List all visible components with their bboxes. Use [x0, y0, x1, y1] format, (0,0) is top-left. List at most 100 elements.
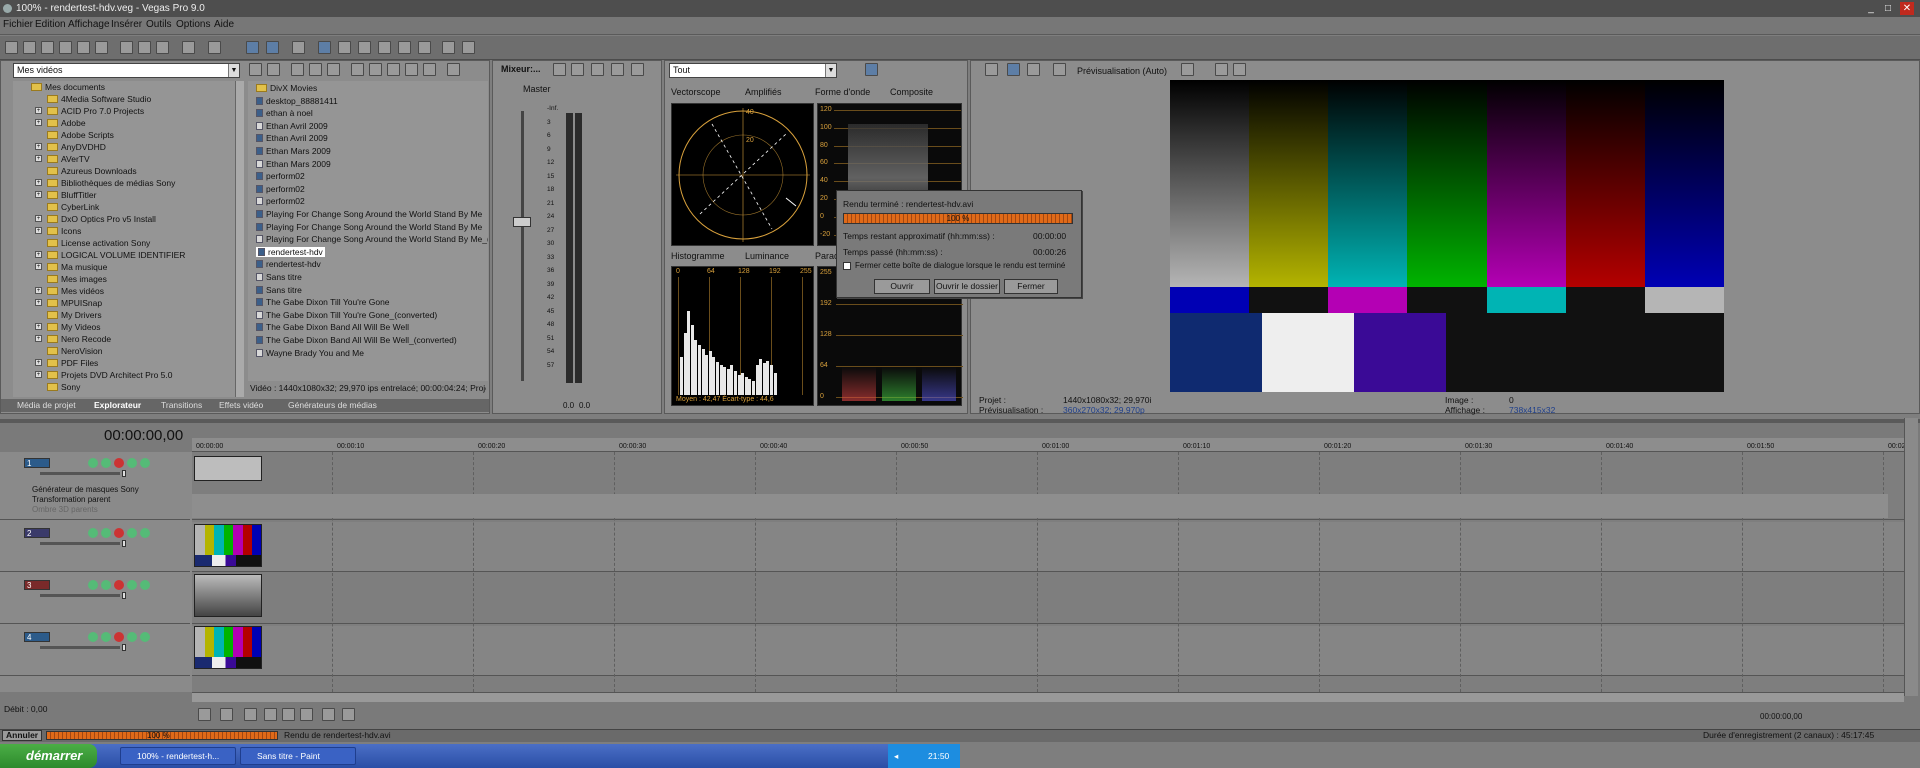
tree-item[interactable]: Bibliothèques de médias Sony [47, 177, 175, 189]
splitter[interactable] [0, 419, 1920, 423]
tab-project-media[interactable]: Média de projet [17, 400, 76, 410]
level-slider[interactable] [40, 646, 120, 649]
close-on-finish-checkbox[interactable] [843, 262, 851, 270]
open-button[interactable]: Ouvrir [874, 279, 930, 294]
track1-clip[interactable] [194, 456, 262, 481]
track-header[interactable]: 4 [0, 626, 190, 676]
master-fader-handle[interactable] [513, 217, 531, 227]
stop-icon[interactable] [300, 708, 313, 721]
expand-icon[interactable]: + [35, 299, 42, 306]
expand-icon[interactable]: + [35, 227, 42, 234]
waveform-mode[interactable]: Composite [890, 87, 933, 97]
tree-item[interactable]: DxO Optics Pro v5 Install [47, 213, 156, 225]
vertical-scrollbar[interactable] [1904, 418, 1918, 696]
task-paint[interactable]: Sans titre - Paint [240, 747, 356, 765]
expand-icon[interactable]: + [35, 119, 42, 126]
envelope-tool-icon[interactable] [338, 41, 351, 54]
go-to-end-icon[interactable] [342, 708, 355, 721]
preview-quality-select[interactable]: Prévisualisation (Auto) [1077, 66, 1167, 76]
copy-icon[interactable] [138, 41, 151, 54]
tree-item[interactable]: Nero Recode [47, 333, 111, 345]
level-slider-handle[interactable] [122, 592, 126, 599]
fx-icon[interactable] [114, 458, 124, 468]
file-item[interactable]: rendertest-hdv [256, 246, 325, 257]
level-slider-handle[interactable] [122, 540, 126, 547]
tree-item[interactable]: LOGICAL VOLUME IDENTIFIER [47, 249, 185, 261]
solo-icon[interactable] [101, 580, 111, 590]
expand-icon[interactable]: + [35, 107, 42, 114]
volume-icon[interactable]: ◂ [894, 744, 898, 768]
tree-item[interactable]: Adobe Scripts [47, 129, 114, 141]
expand-icon[interactable]: + [35, 215, 42, 222]
record-icon[interactable] [198, 708, 211, 721]
file-item[interactable]: Ethan Avril 2009 [256, 133, 328, 143]
expand-icon[interactable]: + [35, 263, 42, 270]
auto-preview-icon[interactable] [387, 63, 400, 76]
render-icon[interactable] [77, 41, 90, 54]
mixer-settings-icon[interactable] [631, 63, 644, 76]
copy-snapshot-icon[interactable] [1215, 63, 1228, 76]
tree-item[interactable]: Ma musique [47, 261, 107, 273]
mixer-fx-icon[interactable] [571, 63, 584, 76]
preview-icon[interactable] [405, 63, 418, 76]
motion-icon[interactable] [140, 632, 150, 642]
views-icon[interactable] [447, 63, 460, 76]
file-item[interactable]: Ethan Avril 2009 [256, 121, 328, 131]
tree-item[interactable]: Mes images [47, 273, 107, 285]
motion-icon[interactable] [140, 528, 150, 538]
menu-edition[interactable]: Edition [35, 19, 66, 30]
scope-selector[interactable]: Tout ▼ [669, 63, 837, 78]
tree-item[interactable]: PDF Files [47, 357, 98, 369]
horizontal-scrollbar[interactable] [192, 692, 1904, 702]
level-slider[interactable] [40, 594, 120, 597]
expand-icon[interactable]: + [35, 191, 42, 198]
open-folder-button[interactable]: Ouvrir le dossier [934, 279, 1000, 294]
cut-icon[interactable] [120, 41, 133, 54]
play-from-start-icon[interactable] [244, 708, 257, 721]
start-button[interactable]: démarrer [0, 744, 97, 768]
fx-icon[interactable] [114, 528, 124, 538]
save-icon[interactable] [41, 41, 54, 54]
level-slider[interactable] [40, 472, 120, 475]
file-item[interactable]: perform02 [256, 196, 305, 206]
project-properties-icon[interactable] [985, 63, 998, 76]
new-folder-icon[interactable] [291, 63, 304, 76]
mute-icon[interactable] [88, 580, 98, 590]
preview-fx-icon[interactable] [1027, 63, 1040, 76]
expand-icon[interactable]: + [35, 155, 42, 162]
file-item[interactable]: The Gabe Dixon Till You're Gone [256, 297, 390, 307]
menu-options[interactable]: Options [176, 19, 210, 30]
mute-icon[interactable] [88, 458, 98, 468]
save-snapshot-icon[interactable] [1233, 63, 1246, 76]
snap-icon[interactable] [246, 41, 259, 54]
tree-item[interactable]: AVerTV [47, 153, 90, 165]
location-select[interactable]: Mes vidéos ▼ [13, 63, 240, 78]
file-item[interactable]: The Gabe Dixon Band All Will Be Well [256, 322, 409, 332]
expand-icon[interactable]: + [35, 287, 42, 294]
fx-mask-generator[interactable]: Générateur de masques Sony [32, 485, 192, 495]
file-item[interactable]: perform02 [256, 184, 305, 194]
overlays-icon[interactable] [1181, 63, 1194, 76]
tree-item[interactable]: CyberLink [47, 201, 99, 213]
auto-ripple-icon[interactable] [266, 41, 279, 54]
file-item[interactable]: Playing For Change Song Around the World… [256, 222, 482, 232]
tree-item[interactable]: My Drivers [47, 309, 102, 321]
up-folder-icon[interactable] [249, 63, 262, 76]
tab-media-generators[interactable]: Générateurs de médias [288, 400, 377, 410]
menu-fichier[interactable]: Fichier [3, 19, 33, 30]
help-icon[interactable] [442, 41, 455, 54]
file-item[interactable]: The Gabe Dixon Till You're Gone_(convert… [256, 310, 437, 320]
tab-video-fx[interactable]: Effets vidéo [219, 400, 263, 410]
close-dialog-button[interactable]: Fermer [1004, 279, 1058, 294]
mute-icon[interactable] [88, 528, 98, 538]
tree-scrollbar[interactable] [235, 81, 244, 397]
start-preview-icon[interactable] [351, 63, 364, 76]
tree-item[interactable]: Mes documents [31, 81, 105, 93]
track3-clip[interactable] [194, 574, 262, 617]
tree-item[interactable]: NeroVision [47, 345, 102, 357]
pause-icon[interactable] [282, 708, 295, 721]
track4-clip[interactable] [194, 626, 262, 669]
tree-item[interactable]: AnyDVDHD [47, 141, 106, 153]
add-favorite-icon[interactable] [327, 63, 340, 76]
histogram-mode[interactable]: Luminance [745, 251, 789, 261]
